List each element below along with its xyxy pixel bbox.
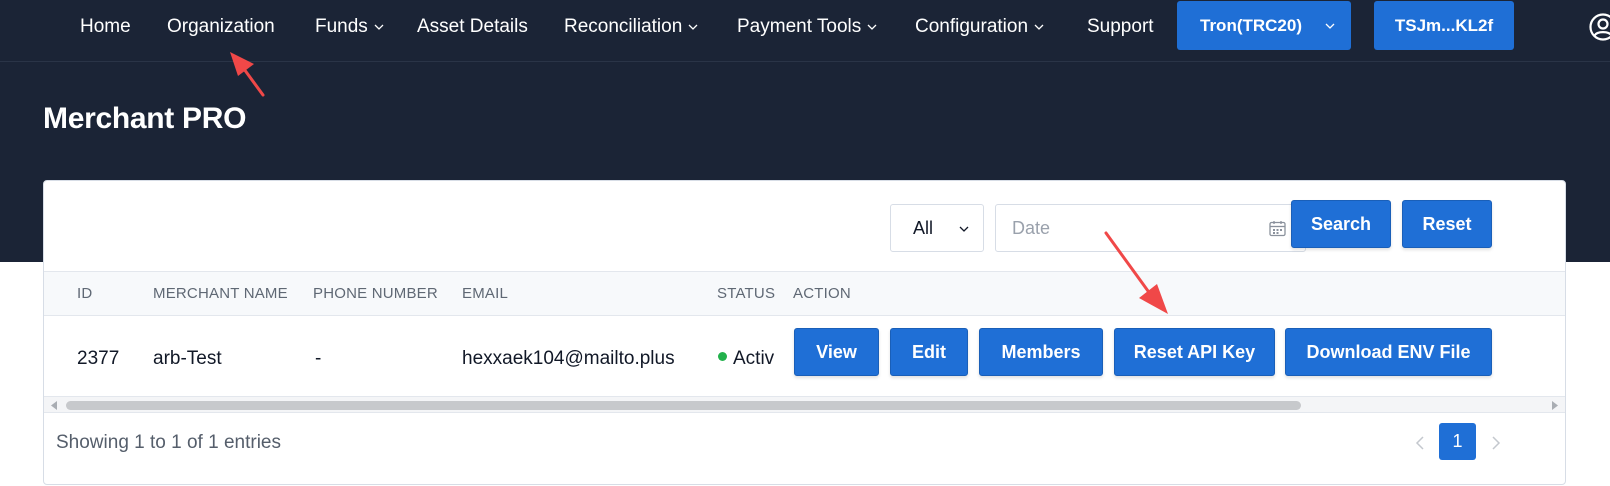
nav-asset-details-label: Asset Details xyxy=(417,16,528,37)
table-header: ID MERCHANT NAME PHONE NUMBER EMAIL STAT… xyxy=(44,271,1565,316)
scroll-left-arrow-icon[interactable] xyxy=(50,401,58,410)
nav-funds[interactable]: Funds xyxy=(315,14,384,40)
calendar-icon[interactable] xyxy=(1269,220,1286,237)
view-button[interactable]: View xyxy=(794,328,879,376)
wallet-address-button[interactable]: TSJm...KL2f xyxy=(1374,1,1514,50)
top-navbar: Home Organization Funds Asset Details Re… xyxy=(0,0,1610,62)
status-filter-value: All xyxy=(913,217,934,238)
pagination-summary: Showing 1 to 1 of 1 entries xyxy=(56,432,281,453)
nav-configuration[interactable]: Configuration xyxy=(915,14,1044,40)
user-circle-icon[interactable] xyxy=(1588,12,1610,42)
nav-organization[interactable]: Organization xyxy=(167,14,275,40)
nav-configuration-label: Configuration xyxy=(915,16,1029,37)
status-label: Activ xyxy=(733,348,775,369)
chevron-left-icon[interactable] xyxy=(1414,435,1426,451)
members-button[interactable]: Members xyxy=(979,328,1103,376)
nav-reconciliation[interactable]: Reconciliation xyxy=(564,14,698,40)
nav-organization-label: Organization xyxy=(167,16,275,37)
cell-email: hexxaek104@mailto.plus xyxy=(462,348,675,369)
chevron-down-icon xyxy=(374,22,384,32)
nav-asset-details[interactable]: Asset Details xyxy=(417,14,528,40)
nav-home[interactable]: Home xyxy=(80,14,131,40)
scrollbar-thumb[interactable] xyxy=(66,401,1301,410)
nav-support[interactable]: Support xyxy=(1087,14,1154,40)
cell-phone-number: - xyxy=(315,348,322,369)
edit-button[interactable]: Edit xyxy=(890,328,968,376)
pagination-page-button[interactable]: 1 xyxy=(1439,423,1476,460)
page-title: Merchant PRO xyxy=(43,102,247,135)
download-env-file-button[interactable]: Download ENV File xyxy=(1285,328,1492,376)
nav-funds-label: Funds xyxy=(315,16,368,37)
nav-payment-tools-label: Payment Tools xyxy=(737,16,862,37)
cell-id: 2377 xyxy=(77,348,120,369)
column-header-status: STATUS xyxy=(717,285,776,302)
network-select-button[interactable]: Tron(TRC20) xyxy=(1177,1,1351,50)
reset-button[interactable]: Reset xyxy=(1402,200,1492,248)
nav-home-label: Home xyxy=(80,16,131,37)
chevron-down-icon xyxy=(688,22,698,32)
table-row: 2377 arb-Test - hexxaek104@mailto.plus A… xyxy=(44,316,1565,396)
merchant-table-card: All Search Reset ID MERCHANT NAME PHONE … xyxy=(43,180,1566,485)
column-header-id: ID xyxy=(77,285,93,302)
chevron-down-icon xyxy=(1034,22,1044,32)
search-button[interactable]: Search xyxy=(1291,200,1391,248)
network-select-label: Tron(TRC20) xyxy=(1200,15,1302,35)
chevron-right-icon[interactable] xyxy=(1490,435,1502,451)
cell-merchant-name: arb-Test xyxy=(153,348,222,369)
status-dot-icon xyxy=(718,352,727,362)
column-header-phone-number: PHONE NUMBER xyxy=(313,285,438,302)
nav-reconciliation-label: Reconciliation xyxy=(564,16,683,37)
column-header-merchant-name: MERCHANT NAME xyxy=(153,285,288,302)
nav-support-label: Support xyxy=(1087,16,1154,37)
nav-payment-tools[interactable]: Payment Tools xyxy=(737,14,877,40)
chevron-down-icon xyxy=(1325,21,1335,31)
chevron-down-icon xyxy=(867,22,877,32)
status-filter-select[interactable]: All xyxy=(890,204,984,252)
reset-api-key-button[interactable]: Reset API Key xyxy=(1114,328,1275,376)
cell-status: Activ xyxy=(718,348,782,370)
column-header-email: EMAIL xyxy=(462,285,509,302)
date-filter-input[interactable] xyxy=(995,204,1306,252)
scroll-right-arrow-icon[interactable] xyxy=(1551,401,1559,410)
horizontal-scrollbar[interactable] xyxy=(44,396,1565,413)
chevron-down-icon xyxy=(959,224,969,234)
wallet-address-label: TSJm...KL2f xyxy=(1394,15,1494,35)
column-header-action: ACTION xyxy=(793,285,851,302)
